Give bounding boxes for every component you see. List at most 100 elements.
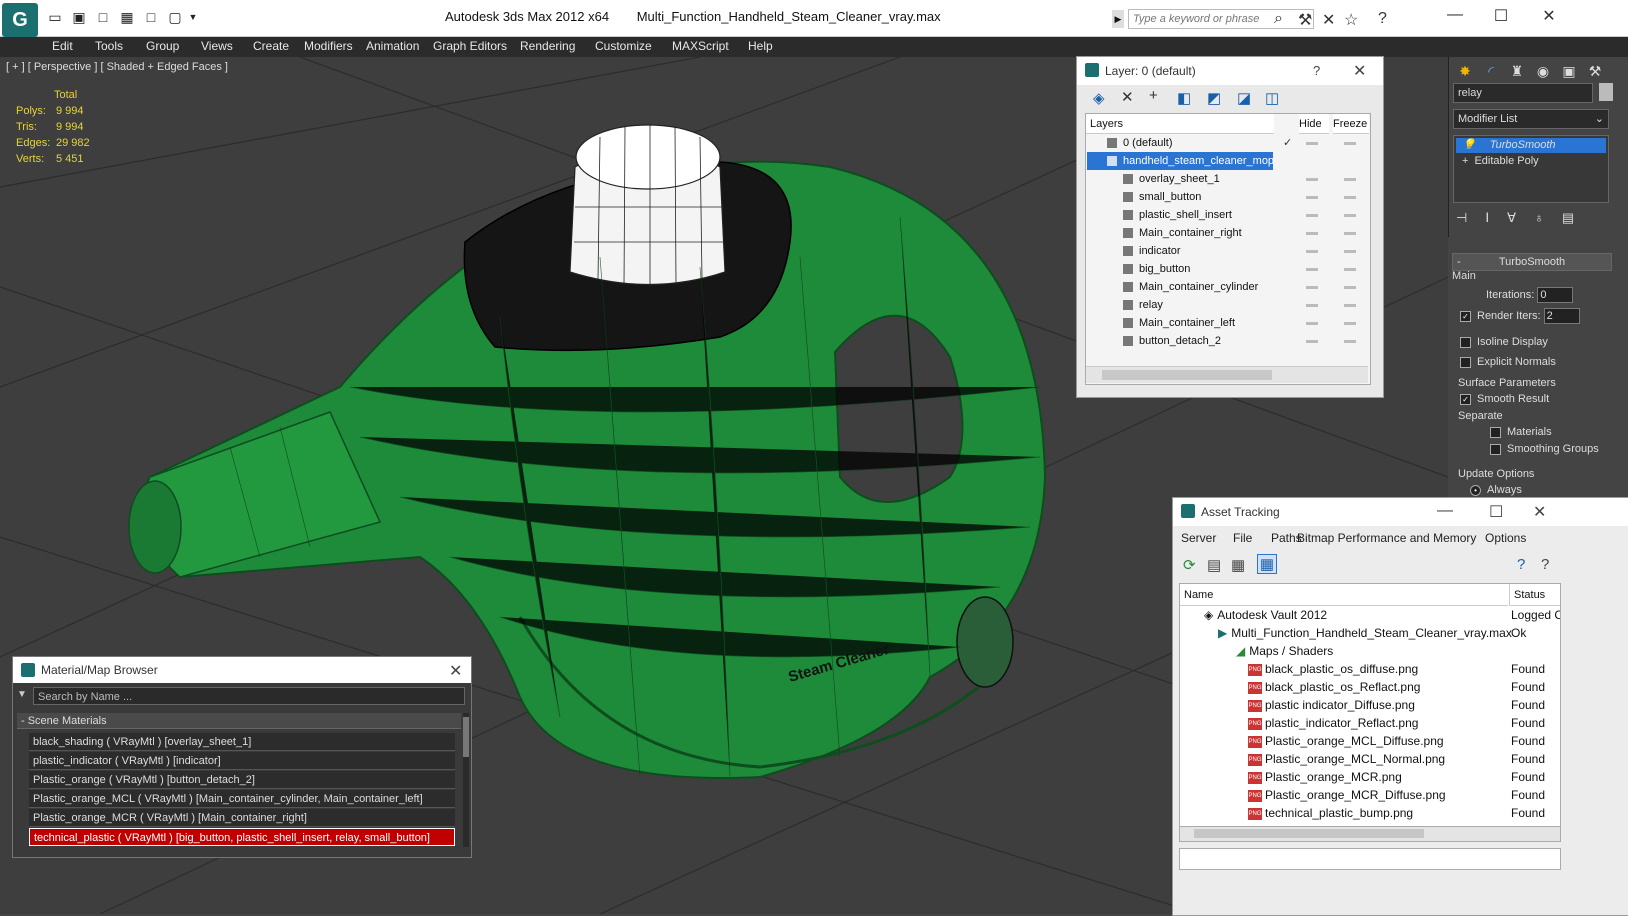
save-icon[interactable]: ▣ (70, 9, 88, 25)
layer-delete-icon[interactable]: ✕ (1121, 88, 1134, 106)
scroll-thumb[interactable] (1102, 370, 1272, 380)
communication-icon[interactable]: ✕ (1322, 10, 1335, 30)
layer-child-row[interactable]: plastic_shell_insert (1087, 206, 1367, 224)
at-menu-bitmap[interactable]: Bitmap Performance and Memory (1297, 531, 1476, 545)
layer-child-row[interactable]: indicator (1087, 242, 1367, 260)
smoothing-groups-checkbox[interactable] (1490, 443, 1501, 455)
maximize-icon[interactable]: ☐ (1486, 6, 1516, 26)
material-row[interactable]: Plastic_orange_MCL ( VRayMtl ) [Main_con… (29, 790, 455, 808)
browser-options-icon[interactable]: ▼ (17, 689, 27, 700)
layer-child-row[interactable]: relay (1087, 296, 1367, 314)
modifier-list-dropdown[interactable]: Modifier List ⌄ (1453, 109, 1609, 129)
hold-icon[interactable]: ▦ (118, 9, 136, 25)
hide-toggle[interactable] (1306, 196, 1318, 199)
materials-checkbox[interactable] (1490, 426, 1501, 438)
object-name-field[interactable]: relay (1453, 83, 1593, 103)
layer-child-row[interactable]: small_button (1087, 188, 1367, 206)
hide-toggle[interactable] (1306, 322, 1318, 325)
modifier-editable-poly[interactable]: + Editable Poly (1456, 154, 1606, 169)
menu-maxscript[interactable]: MAXScript (672, 39, 729, 53)
col-name[interactable]: Name (1180, 584, 1508, 606)
menu-rendering[interactable]: Rendering (520, 39, 575, 53)
question-icon[interactable]: ? (1541, 556, 1549, 573)
asset-row[interactable]: ▶ Multi_Function_Handheld_Steam_Cleaner_v… (1180, 624, 1560, 642)
display-tab-icon[interactable]: ▣ (1559, 61, 1579, 81)
render-iters-checkbox[interactable]: ✓ (1460, 310, 1471, 322)
help-icon[interactable]: ? (1517, 556, 1525, 573)
menu-customize[interactable]: Customize (595, 39, 652, 53)
menu-edit[interactable]: Edit (52, 39, 73, 53)
freeze-toggle[interactable] (1344, 214, 1356, 217)
create-tab-icon[interactable]: ✸ (1455, 61, 1475, 81)
always-radio[interactable]: • (1470, 484, 1481, 496)
freeze-toggle[interactable] (1344, 178, 1356, 181)
material-row[interactable]: Plastic_orange_MCR ( VRayMtl ) [Main_con… (29, 809, 455, 827)
menu-views[interactable]: Views (201, 39, 233, 53)
material-row-selected[interactable]: technical_plastic ( VRayMtl ) [big_butto… (29, 828, 455, 846)
redo-icon[interactable]: ▢ (166, 9, 184, 25)
menu-create[interactable]: Create (253, 39, 289, 53)
material-v-scrollbar[interactable] (463, 713, 469, 847)
iterations-spinner[interactable]: 0 (1537, 287, 1574, 303)
render-iters-spinner[interactable]: 2 (1543, 308, 1580, 324)
scroll-thumb[interactable] (463, 717, 469, 757)
maximize-icon[interactable]: ☐ (1489, 502, 1503, 522)
active-layer-check-icon[interactable]: ✓ (1283, 134, 1292, 152)
freeze-toggle[interactable] (1344, 322, 1356, 325)
at-menu-server[interactable]: Server (1181, 531, 1216, 545)
search-expand-icon[interactable]: ▶ (1112, 10, 1124, 28)
material-row[interactable]: plastic_indicator ( VRayMtl ) [indicator… (29, 752, 455, 770)
refresh-icon[interactable]: ⟳ (1183, 556, 1196, 574)
modifier-turbosmooth[interactable]: 💡 TurboSmooth (1456, 138, 1606, 153)
col-freeze[interactable]: Freeze (1333, 114, 1369, 134)
make-unique-icon[interactable]: ∀ (1507, 210, 1534, 225)
close-icon[interactable]: ✕ (449, 661, 462, 681)
asset-row[interactable]: PNG plastic_indicator_Reflact.png Found (1180, 714, 1560, 732)
menu-graph-editors[interactable]: Graph Editors (433, 39, 507, 53)
configure-sets-icon[interactable]: ▤ (1562, 210, 1592, 225)
asset-row[interactable]: PNG technical_plastic_bump.png Found (1180, 804, 1560, 822)
hide-toggle[interactable] (1306, 232, 1318, 235)
layer-h-scrollbar[interactable] (1086, 366, 1368, 383)
layer-freeze-all-icon[interactable]: ◫ (1265, 89, 1279, 107)
layer-child-row[interactable]: Main_container_left (1087, 314, 1367, 332)
asset-row[interactable]: PNG Plastic_orange_MCL_Diffuse.png Found (1180, 732, 1560, 750)
asset-row[interactable]: ◈ Autodesk Vault 2012 Logged C (1180, 606, 1560, 624)
layer-child-row[interactable]: Main_container_right (1087, 224, 1367, 242)
hide-toggle[interactable] (1306, 286, 1318, 289)
layer-child-row[interactable]: button_detach_2 (1087, 332, 1367, 350)
freeze-toggle[interactable] (1344, 304, 1356, 307)
layer-row-default[interactable]: 0 (default) ✓ (1087, 134, 1367, 152)
asset-h-scrollbar[interactable] (1179, 826, 1561, 842)
undo-icon[interactable]: □ (142, 9, 160, 25)
search-input[interactable]: Type a keyword or phrase (1128, 9, 1314, 29)
hide-toggle[interactable] (1306, 268, 1318, 271)
at-menu-file[interactable]: File (1233, 531, 1252, 545)
close-icon[interactable]: ✕ (1533, 502, 1546, 522)
freeze-toggle[interactable] (1344, 196, 1356, 199)
material-row[interactable]: black_shading ( VRayMtl ) [overlay_sheet… (29, 733, 455, 751)
close-icon[interactable]: ✕ (1534, 6, 1564, 26)
layer-child-row[interactable]: Main_container_cylinder (1087, 278, 1367, 296)
modify-tab-icon[interactable]: ◜ (1481, 61, 1501, 81)
list-view-icon[interactable]: ▤ (1207, 556, 1221, 574)
freeze-toggle[interactable] (1344, 286, 1356, 289)
material-row[interactable]: Plastic_orange ( VRayMtl ) [button_detac… (29, 771, 455, 789)
smooth-result-checkbox[interactable]: ✓ (1460, 393, 1471, 405)
motion-tab-icon[interactable]: ◉ (1533, 61, 1553, 81)
asset-row[interactable]: PNG black_plastic_os_Reflact.png Found (1180, 678, 1560, 696)
asset-row[interactable]: ◢ Maps / Shaders (1180, 642, 1560, 660)
layer-child-row[interactable]: overlay_sheet_1 (1087, 170, 1367, 188)
thumbnail-view-icon[interactable]: ▦ (1231, 556, 1245, 574)
hide-toggle[interactable] (1306, 178, 1318, 181)
layer-highlight-icon[interactable]: ◩ (1207, 89, 1221, 107)
new-icon[interactable]: □ (94, 9, 112, 25)
freeze-toggle[interactable] (1344, 268, 1356, 271)
binoculars-icon[interactable]: ⌕ (1274, 10, 1283, 28)
asset-row[interactable]: PNG Plastic_orange_MCL_Normal.png Found (1180, 750, 1560, 768)
hide-toggle[interactable] (1306, 214, 1318, 217)
material-search-input[interactable]: Search by Name ... (33, 687, 465, 705)
freeze-toggle[interactable] (1344, 232, 1356, 235)
scroll-thumb[interactable] (1194, 829, 1424, 838)
menu-animation[interactable]: Animation (366, 39, 419, 53)
